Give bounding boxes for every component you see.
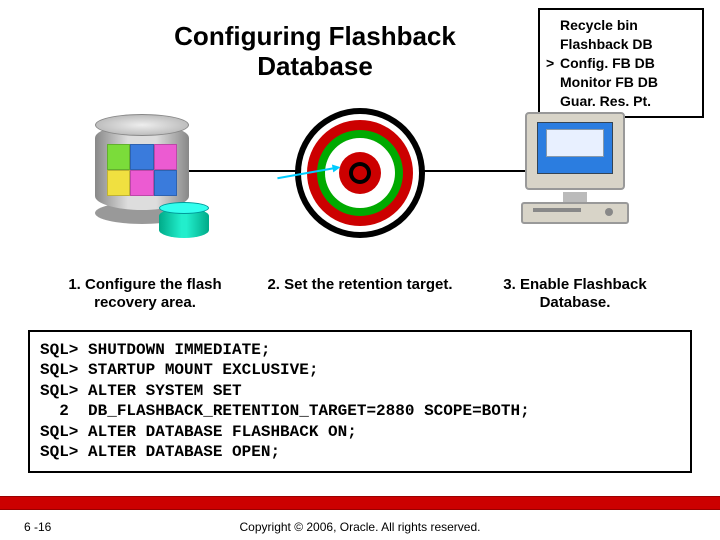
sql-code-block: SQL> SHUTDOWN IMMEDIATE; SQL> STARTUP MO…: [28, 330, 692, 473]
graphics-row: [40, 108, 680, 268]
nav-item-current: >Config. FB DB: [546, 54, 694, 73]
figure-target: [265, 108, 455, 238]
puzzle-icon: [107, 144, 177, 196]
db-cylinder-icon: [85, 108, 205, 228]
recovery-area-icon: [159, 202, 209, 238]
footer-red-bar: [0, 496, 720, 510]
nav-box: Recycle bin Flashback DB >Config. FB DB …: [538, 8, 704, 118]
slide-title: Configuring Flashback Database: [120, 22, 510, 82]
step-caption-1: 1. Configure the flash recovery area.: [50, 276, 240, 312]
nav-item: Flashback DB: [546, 35, 694, 54]
copyright-text: Copyright © 2006, Oracle. All rights res…: [0, 520, 720, 534]
step-caption-3: 3. Enable Flashback Database.: [480, 276, 670, 312]
figure-database: [50, 108, 240, 228]
computer-icon: [505, 108, 645, 238]
dartboard-icon: [295, 108, 425, 238]
footer: ORACLE 6 -16 Copyright © 2006, Oracle. A…: [0, 498, 720, 540]
slide: Configuring Flashback Database Recycle b…: [0, 0, 720, 540]
nav-item: Recycle bin: [546, 16, 694, 35]
nav-marker-current: >: [546, 54, 560, 73]
step-caption-2: 2. Set the retention target.: [265, 276, 455, 294]
nav-item: Monitor FB DB: [546, 73, 694, 92]
figure-computer: [480, 108, 670, 238]
